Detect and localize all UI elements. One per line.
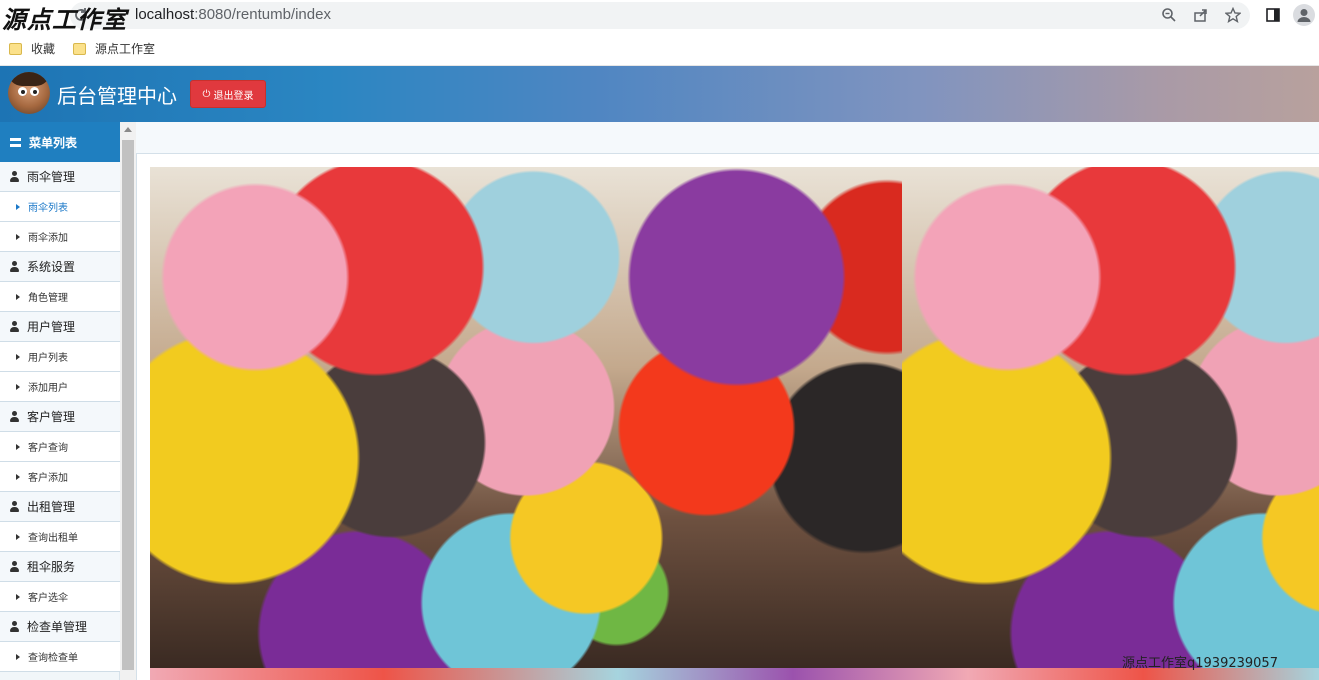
- bookmark-favorites[interactable]: 收藏: [9, 40, 55, 57]
- sidebar-item-umbrella-list[interactable]: 雨伞列表: [0, 192, 120, 222]
- sidebar-item-rental-query[interactable]: 查询出租单: [0, 522, 120, 552]
- content-toolbar: [136, 122, 1319, 154]
- power-icon: ⏻: [202, 88, 211, 100]
- url-path: :8080/rentumb/index: [194, 6, 331, 23]
- sidebar-item-label: 用户管理: [27, 320, 76, 334]
- caret-right-icon: [16, 233, 20, 240]
- sidebar-item-label: 雨伞添加: [28, 233, 68, 244]
- sidebar-item-label: 客户管理: [27, 410, 76, 424]
- avatar: [8, 72, 50, 114]
- user-icon: [10, 171, 19, 182]
- sidebar-group-rentals[interactable]: 出租管理: [0, 492, 120, 522]
- folder-icon: [9, 42, 22, 55]
- browser-toolbar: localhost:8080/rentumb/index 源点工作室: [0, 0, 1319, 34]
- bookmark-studio[interactable]: 源点工作室: [73, 40, 155, 57]
- sidebar-item-label: 查询检查单: [28, 653, 78, 664]
- sidebar-item-label: 出租管理: [27, 500, 76, 514]
- scroll-thumb[interactable]: [122, 140, 134, 670]
- sidebar-group-system[interactable]: 系统设置: [0, 252, 120, 282]
- user-icon: [10, 411, 19, 422]
- sidebar-group-inspection[interactable]: 检查单管理: [0, 612, 120, 642]
- sidebar-item-label: 用户列表: [28, 353, 68, 364]
- sidebar-item-label: 检查单管理: [27, 620, 88, 634]
- user-icon: [10, 261, 19, 272]
- sidebar-scrollbar[interactable]: [120, 122, 136, 680]
- sidebar-menu: 雨伞管理 雨伞列表 雨伞添加 系统设置 角色管理 用户管理 用户列表 添加用户 …: [0, 162, 120, 672]
- user-icon: [10, 501, 19, 512]
- sidebar-item-customer-query[interactable]: 客户查询: [0, 432, 120, 462]
- studio-watermark: 源点工作室: [2, 5, 127, 34]
- user-icon: [10, 621, 19, 632]
- user-icon: [10, 561, 19, 572]
- folder-icon: [73, 42, 86, 55]
- sidebar-group-umbrella[interactable]: 雨伞管理: [0, 162, 120, 192]
- bookmark-label: 收藏: [31, 42, 56, 56]
- caret-right-icon: [16, 533, 20, 540]
- photo-tile: [150, 167, 902, 668]
- sidebar-item-umbrella-add[interactable]: 雨伞添加: [0, 222, 120, 252]
- sidebar-item-label: 租伞服务: [27, 560, 76, 574]
- bookmark-label: 源点工作室: [95, 42, 156, 56]
- user-icon: [10, 321, 19, 332]
- share-icon[interactable]: [1191, 5, 1211, 25]
- sidebar-item-choose-umbrella[interactable]: 客户选伞: [0, 582, 120, 612]
- caret-right-icon: [16, 383, 20, 390]
- sidebar-item-user-list[interactable]: 用户列表: [0, 342, 120, 372]
- caret-right-icon: [16, 443, 20, 450]
- sidebar-item-label: 雨伞管理: [27, 170, 76, 184]
- page-title: 后台管理中心: [57, 84, 177, 108]
- sidebar-item-label: 客户查询: [28, 443, 68, 454]
- caret-right-icon: [16, 203, 20, 210]
- list-icon: [10, 137, 21, 147]
- star-icon[interactable]: [1223, 5, 1243, 25]
- sidebar-item-label: 客户添加: [28, 473, 68, 484]
- sidebar-item-user-add[interactable]: 添加用户: [0, 372, 120, 402]
- sidebar-item-roles[interactable]: 角色管理: [0, 282, 120, 312]
- caret-right-icon: [16, 653, 20, 660]
- scroll-up-icon[interactable]: [124, 127, 132, 132]
- app-header: 后台管理中心 ⏻ 退出登录: [0, 66, 1319, 122]
- zoom-icon[interactable]: [1159, 5, 1179, 25]
- sidebar-group-users[interactable]: 用户管理: [0, 312, 120, 342]
- sidebar-item-label: 角色管理: [28, 293, 68, 304]
- caret-right-icon: [16, 353, 20, 360]
- caret-right-icon: [16, 473, 20, 480]
- sidebar-item-customer-add[interactable]: 客户添加: [0, 462, 120, 492]
- profile-icon[interactable]: [1293, 4, 1315, 26]
- sidebar-item-label: 雨伞列表: [28, 203, 68, 214]
- caret-right-icon: [16, 293, 20, 300]
- logout-button[interactable]: ⏻ 退出登录: [190, 80, 266, 108]
- umbrellas-photo: [150, 167, 1319, 680]
- sidebar-item-inspection-query[interactable]: 查询检查单: [0, 642, 120, 672]
- bookmark-bar: 收藏 源点工作室: [0, 32, 1319, 66]
- sidebar-item-label: 系统设置: [27, 260, 76, 274]
- url-host: localhost: [135, 6, 195, 23]
- logout-label: 退出登录: [213, 90, 254, 102]
- caret-right-icon: [16, 593, 20, 600]
- sidebar-toggle-icon[interactable]: [1263, 5, 1283, 25]
- menu-header: 菜单列表: [0, 122, 120, 162]
- contact-watermark: 源点工作室q1939239057: [1122, 656, 1278, 671]
- photo-tile: [902, 167, 1319, 668]
- sidebar-item-label: 客户选伞: [28, 593, 68, 604]
- menu-title: 菜单列表: [29, 135, 78, 150]
- sidebar-group-customers[interactable]: 客户管理: [0, 402, 120, 432]
- sidebar-group-rent-service[interactable]: 租伞服务: [0, 552, 120, 582]
- sidebar-item-label: 添加用户: [28, 383, 68, 394]
- sidebar: 菜单列表 雨伞管理 雨伞列表 雨伞添加 系统设置 角色管理 用户管理 用户列表 …: [0, 122, 120, 680]
- url-text[interactable]: localhost:8080/rentumb/index: [135, 6, 331, 23]
- sidebar-item-label: 查询出租单: [28, 533, 78, 544]
